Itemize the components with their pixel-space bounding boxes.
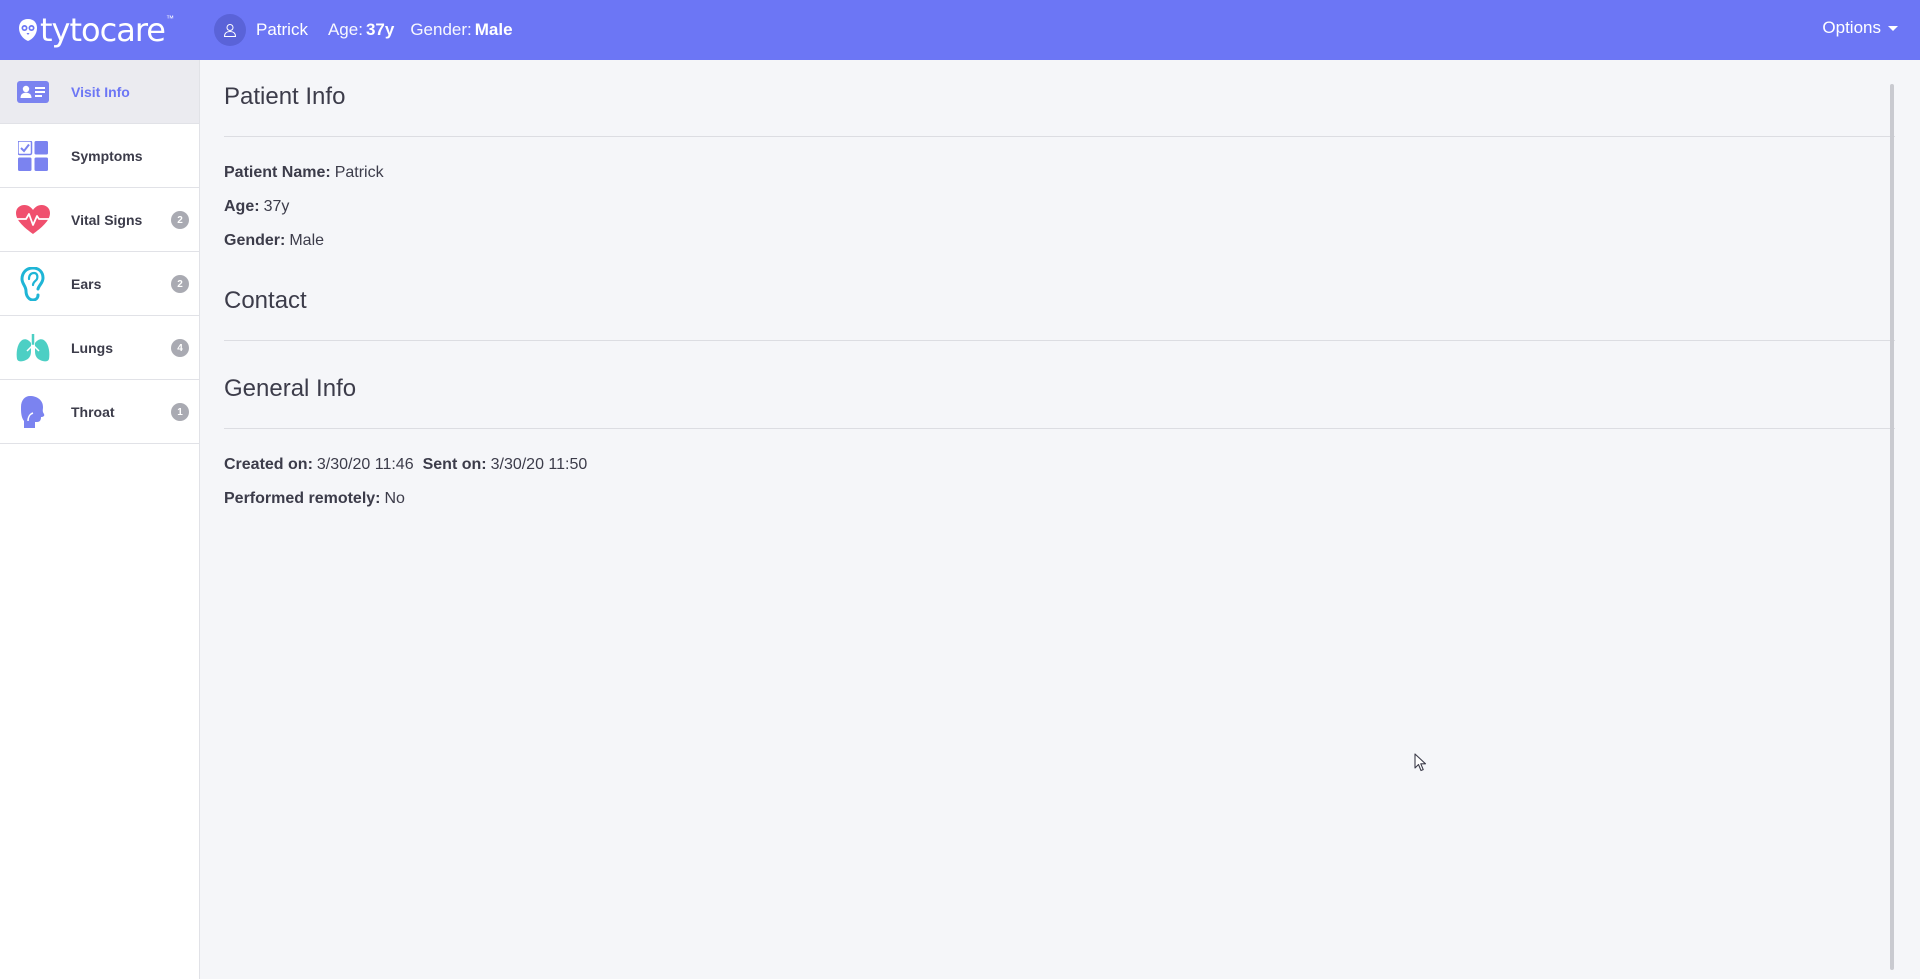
tytocare-logo: tytocare ™ [18, 10, 174, 50]
performed-remotely-field: Performed remotely: No [224, 490, 405, 508]
patient-name-label: Patient Name: [224, 164, 331, 181]
sidebar-item-vital-signs[interactable]: Vital Signs 2 [0, 188, 199, 252]
count-badge: 4 [171, 339, 189, 357]
sidebar-item-visit-info[interactable]: Visit Info [0, 60, 199, 124]
patient-info-title: Patient Info [224, 83, 346, 110]
user-icon [223, 24, 237, 37]
patient-name-value: Patrick [334, 164, 384, 181]
general-info-title: General Info [224, 375, 357, 402]
ear-icon [15, 266, 51, 302]
sent-on-label: Sent on: [422, 456, 487, 473]
patient-name-field: Patient Name: Patrick [224, 164, 384, 182]
sidebar-item-label: Vital Signs [71, 211, 143, 228]
gender-label: Gender: [224, 232, 286, 249]
scrollbar[interactable] [1890, 84, 1894, 970]
sidebar-item-symptoms[interactable]: Symptoms [0, 124, 199, 188]
options-menu-button[interactable]: Options [1822, 18, 1898, 38]
options-label: Options [1822, 18, 1881, 37]
id-card-icon [15, 74, 51, 110]
caret-down-icon [1888, 25, 1898, 31]
header-patient-name: Patrick [256, 20, 308, 39]
logo-trademark: ™ [165, 14, 174, 23]
header-gender-label: Gender: [410, 20, 472, 39]
count-badge: 2 [171, 275, 189, 293]
contact-title: Contact [224, 287, 307, 314]
sidebar-item-label: Symptoms [71, 147, 143, 164]
created-on-label: Created on: [224, 456, 313, 473]
gender-field: Gender: Male [224, 232, 324, 250]
header-age-value: 37y [365, 20, 395, 39]
performed-remotely-value: No [384, 490, 405, 507]
owl-logo-icon [19, 19, 37, 41]
sidebar-item-label: Visit Info [71, 83, 130, 100]
mouse-cursor-icon [1414, 753, 1427, 772]
throat-icon [15, 394, 51, 430]
top-bar: tytocare ™ Patrick Age: 37y Gender: Male… [0, 0, 1920, 60]
divider [224, 340, 1895, 341]
header-age-label: Age: [327, 20, 363, 39]
sidebar-item-throat[interactable]: Throat 1 [0, 380, 199, 444]
sent-on-value: 3/30/20 11:50 [490, 456, 588, 473]
performed-remotely-label: Performed remotely: [224, 490, 381, 507]
created-sent-field: Created on: 3/30/20 11:46 Sent on: 3/30/20 … [224, 456, 587, 474]
created-on-value: 3/30/20 11:46 [316, 456, 414, 473]
heart-pulse-icon [15, 202, 51, 238]
count-badge: 1 [171, 403, 189, 421]
divider [224, 428, 1895, 429]
avatar [214, 14, 246, 46]
visit-info-panel: Patient Info Patient Name: Patrick Age: 37… [200, 60, 1900, 979]
header-gender-value: Male [474, 20, 513, 39]
sidebar-item-ears[interactable]: Ears 2 [0, 252, 199, 316]
lungs-icon [15, 330, 51, 366]
patient-header: Patrick Age: 37y Gender: Male [214, 14, 529, 46]
divider [224, 136, 1895, 137]
sidebar-item-label: Lungs [71, 339, 113, 356]
gender-value: Male [289, 232, 325, 249]
symptoms-grid-icon [15, 138, 51, 174]
sidebar: Visit Info Symptoms Vital Signs 2 Ears 2… [0, 60, 200, 979]
age-field: Age: 37y [224, 198, 289, 216]
sidebar-item-label: Ears [71, 275, 102, 292]
age-value: 37y [263, 198, 290, 215]
sidebar-item-lungs[interactable]: Lungs 4 [0, 316, 199, 380]
count-badge: 2 [171, 211, 189, 229]
age-label: Age: [224, 198, 260, 215]
logo-text: tytocare [40, 11, 166, 49]
sidebar-item-label: Throat [71, 403, 115, 420]
